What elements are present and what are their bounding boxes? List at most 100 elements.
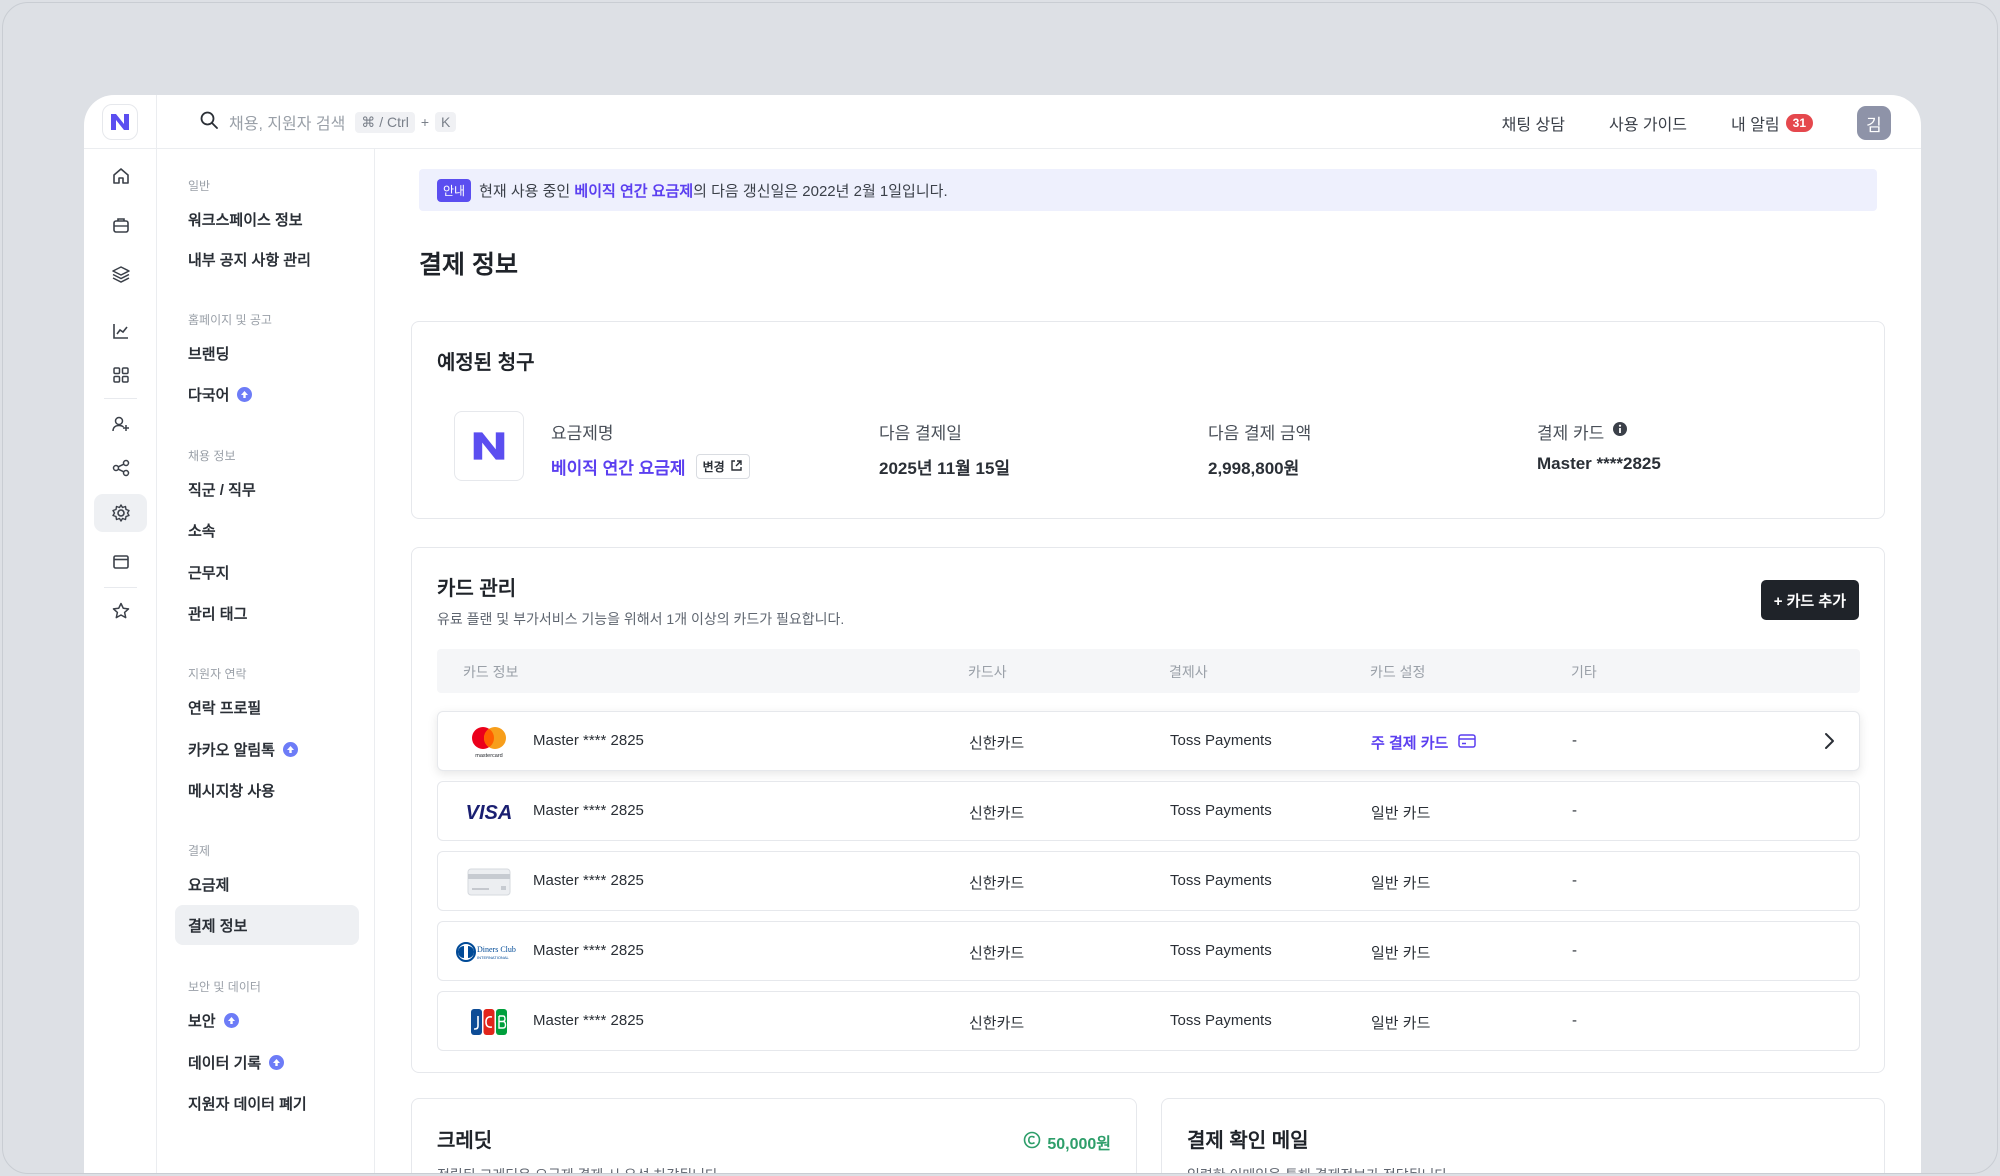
sidebar-item-data-log[interactable]: 데이터 기록 — [175, 1042, 359, 1082]
sidebar-item-branding[interactable]: 브랜딩 — [175, 333, 359, 373]
card-etc: - — [1572, 732, 1577, 749]
change-plan-button[interactable]: 변경 — [695, 454, 750, 479]
card-setting: 일반 카드 — [1371, 875, 1431, 892]
settings-sidebar: 일반 워크스페이스 정보 내부 공지 사항 관리 홈페이지 및 공고 브랜딩 다… — [157, 149, 375, 1173]
scheduled-billing-card: 예정된 청구 요금제명 베이직 연간 요금제 변경 다음 결제일 2025년 1… — [411, 321, 1885, 519]
card-name: Master **** 2825 — [533, 872, 644, 889]
svg-text:INTERNATIONAL: INTERNATIONAL — [477, 955, 509, 960]
next-amount-value: 2,998,800원 — [1208, 459, 1300, 478]
sidebar-item-affiliation[interactable]: 소속 — [175, 510, 359, 550]
card-row[interactable]: Master **** 2825 신한카드 Toss Payments 일반 카… — [437, 851, 1860, 911]
card-name: Master **** 2825 — [533, 802, 644, 819]
billing-email-subtitle: 입력한 이메일을 통해 결제정보가 전달됩니다. — [1187, 1165, 1451, 1173]
card-issuer: 신한카드 — [969, 805, 1025, 822]
window-frame: 채용, 지원자 검색 ⌘ / Ctrl + K 채팅 상담 사용 가이드 내 알… — [2, 2, 1998, 1174]
add-user-icon[interactable] — [94, 405, 147, 443]
sidebar-item-label: 연락 프로필 — [188, 699, 262, 717]
sidebar-item-kakao[interactable]: 카카오 알림톡 — [175, 729, 359, 769]
sidebar-item-label: 브랜딩 — [188, 345, 230, 363]
plan-name-link[interactable]: 베이직 연간 요금제 — [551, 454, 686, 479]
sidebar-item-tags[interactable]: 관리 태그 — [175, 593, 359, 633]
search-input[interactable]: 채용, 지원자 검색 — [229, 110, 345, 134]
sidebar-item-job-category[interactable]: 직군 / 직무 — [175, 469, 359, 509]
credit-card-section: 크레딧 50,000원 적립된 크레딧은 요금제 결제 시 우선 차감됩니다. — [411, 1098, 1137, 1173]
svg-text:Diners Club: Diners Club — [477, 945, 516, 954]
sidebar-item-multilanguage[interactable]: 다국어 — [175, 374, 359, 414]
plan-logo — [454, 411, 524, 481]
card-etc: - — [1572, 802, 1577, 819]
main-content: 안내 현재 사용 중인 베이직 연간 요금제의 다음 갱신일은 2022년 2월… — [375, 149, 1921, 1173]
notice-tag: 안내 — [437, 178, 472, 202]
card-row[interactable]: Master **** 2825 신한카드 Toss Payments 일반 카… — [437, 991, 1860, 1051]
chevron-right-icon[interactable] — [1823, 732, 1835, 754]
next-date-label: 다음 결제일 — [879, 424, 962, 443]
card-row[interactable]: VISA Master **** 2825 신한카드 Toss Payments… — [437, 781, 1860, 841]
card-row[interactable]: Diners Club INTERNATIONAL Master **** 282… — [437, 921, 1860, 981]
card-setting: 일반 카드 — [1371, 1015, 1431, 1032]
sidebar-item-contact-profile[interactable]: 연락 프로필 — [175, 687, 359, 727]
user-avatar[interactable]: 김 — [1857, 106, 1891, 140]
add-card-button[interactable]: + 카드 추가 — [1760, 580, 1859, 620]
search-bar[interactable]: 채용, 지원자 검색 ⌘ / Ctrl + K — [199, 109, 457, 135]
svg-text:mastercard: mastercard — [475, 753, 503, 759]
card-row[interactable]: mastercard Master **** 2825 신한카드 Toss Pa… — [437, 711, 1860, 771]
app-logo[interactable] — [102, 104, 138, 140]
sidebar-item-workspace-info[interactable]: 워크스페이스 정보 — [175, 199, 359, 239]
apps-grid-icon[interactable] — [94, 356, 147, 394]
card-setting: 주 결제 카드 — [1371, 735, 1449, 752]
briefcase-icon[interactable] — [94, 206, 147, 244]
analytics-icon[interactable] — [94, 312, 147, 350]
settings-icon[interactable] — [94, 494, 147, 532]
next-payment-date-field: 다음 결제일 2025년 11월 15일 — [879, 419, 1010, 479]
notifications-button[interactable]: 내 알림 31 — [1731, 111, 1813, 135]
logo-cell — [84, 95, 157, 149]
star-icon[interactable] — [94, 592, 147, 630]
sidebar-item-label: 카카오 알림톡 — [188, 741, 275, 759]
window-icon[interactable] — [94, 543, 147, 581]
upgrade-icon — [223, 1012, 239, 1028]
usage-guide-link[interactable]: 사용 가이드 — [1609, 111, 1687, 135]
sidebar-item-label: 워크스페이스 정보 — [188, 211, 303, 229]
home-icon[interactable] — [94, 157, 147, 195]
diners-club-icon: Diners Club INTERNATIONAL — [456, 935, 522, 969]
coin-icon — [1023, 1131, 1041, 1154]
sidebar-item-workplace[interactable]: 근무지 — [175, 552, 359, 592]
sidebar-item-internal-notice[interactable]: 내부 공지 사항 관리 — [175, 239, 359, 279]
chat-support-link[interactable]: 채팅 상담 — [1502, 111, 1565, 135]
sidebar-item-security[interactable]: 보안 — [175, 1000, 359, 1040]
notice-plan-name: 베이직 연간 요금제 — [574, 182, 694, 200]
card-processor: Toss Payments — [1170, 872, 1272, 889]
card-issuer: 신한카드 — [969, 875, 1025, 892]
sidebar-group-recruit: 채용 정보 — [188, 449, 236, 463]
card-issuer: 신한카드 — [969, 735, 1025, 752]
info-icon[interactable] — [1612, 421, 1628, 442]
share-icon[interactable] — [94, 449, 147, 487]
sidebar-item-messages[interactable]: 메시지창 사용 — [175, 770, 359, 810]
billing-email-section: 결제 확인 메일 입력한 이메일을 통해 결제정보가 전달됩니다. — [1161, 1098, 1885, 1173]
sidebar-item-data-disposal[interactable]: 지원자 데이터 폐기 — [175, 1083, 359, 1123]
card-name: Master **** 2825 — [533, 942, 644, 959]
billing-card-title: 예정된 청구 — [437, 352, 535, 374]
upgrade-icon — [282, 741, 298, 757]
sidebar-item-label: 요금제 — [188, 876, 230, 894]
mastercard-icon: mastercard — [456, 725, 522, 759]
rail-divider — [104, 587, 137, 588]
sidebar-group-security: 보안 및 데이터 — [188, 980, 261, 994]
sidebar-item-label: 소속 — [188, 522, 216, 540]
plan-name-field: 요금제명 베이직 연간 요금제 변경 — [551, 419, 750, 479]
svg-text:VISA: VISA — [466, 802, 513, 824]
card-issuer: 신한카드 — [969, 1015, 1025, 1032]
search-icon — [199, 110, 219, 135]
generic-card-icon — [456, 865, 522, 899]
sidebar-item-plans[interactable]: 요금제 — [175, 864, 359, 904]
payment-card-field: 결제 카드 Master ****2825 — [1537, 419, 1661, 474]
sidebar-item-label: 근무지 — [188, 564, 230, 582]
layers-icon[interactable] — [94, 255, 147, 293]
card-etc: - — [1572, 942, 1577, 959]
plan-name-label: 요금제명 — [551, 424, 614, 443]
sidebar-group-billing: 결제 — [188, 844, 211, 858]
page-title: 결제 정보 — [419, 251, 518, 279]
sidebar-item-billing-info[interactable]: 결제 정보 — [175, 905, 359, 945]
upgrade-icon — [269, 1054, 285, 1070]
card-management-title: 카드 관리 — [437, 578, 517, 600]
